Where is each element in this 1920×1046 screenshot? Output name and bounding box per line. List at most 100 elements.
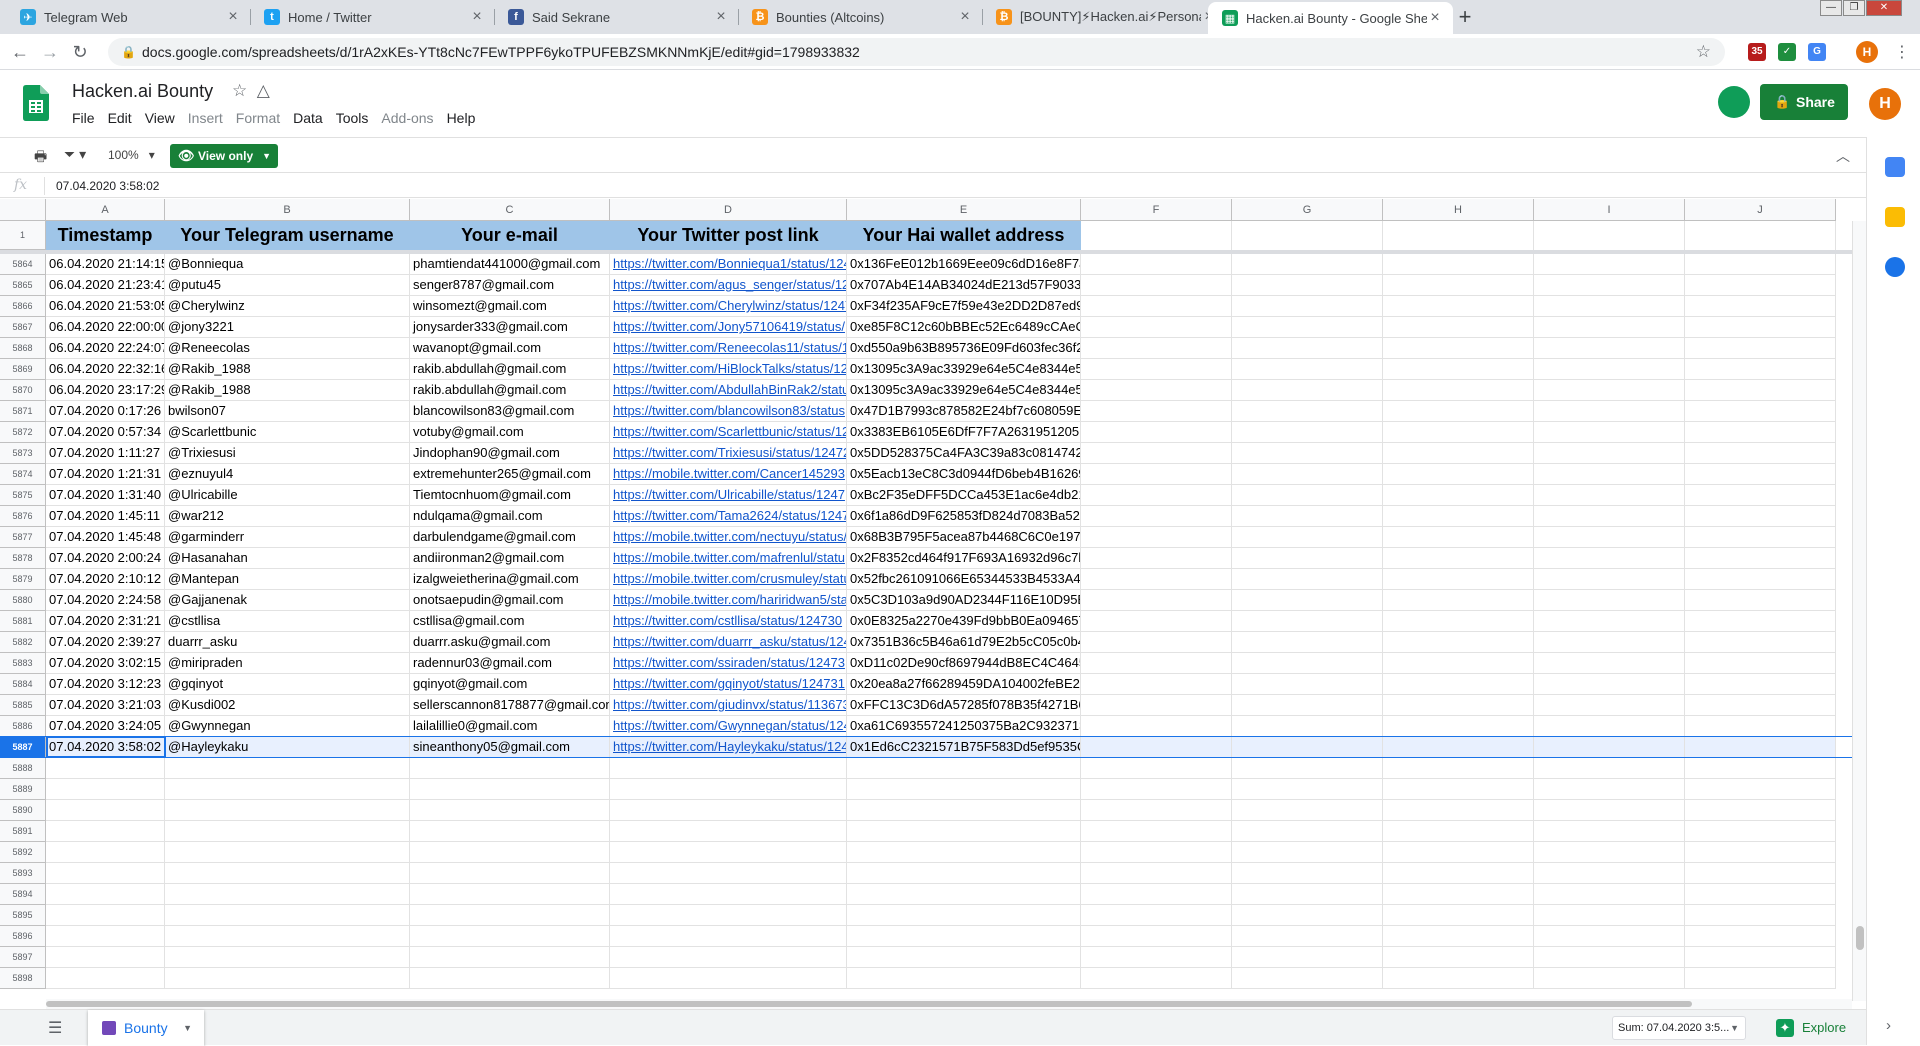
empty-cell[interactable] [1534,695,1685,716]
table-cell[interactable]: 0x13095c3A9ac33929e64e5C4e8344e5d44c71F4… [847,359,1081,380]
table-cell[interactable]: @Mantepan [165,569,410,590]
empty-cell[interactable] [46,905,165,926]
table-cell[interactable]: @eznuyul4 [165,464,410,485]
empty-cell[interactable] [165,779,410,800]
row-number[interactable]: 5890 [0,800,46,821]
empty-cell[interactable] [1232,527,1383,548]
empty-cell[interactable] [1232,968,1383,989]
empty-cell[interactable] [1081,779,1232,800]
empty-cell[interactable] [1081,611,1232,632]
empty-cell[interactable] [1232,821,1383,842]
table-cell[interactable]: 0x7351B36c5B46a61d79E2b5cC05c0b4B3c54b86… [847,632,1081,653]
empty-cell[interactable] [1534,926,1685,947]
empty-cell[interactable] [46,863,165,884]
empty-cell[interactable] [1685,968,1836,989]
menu-edit[interactable]: Edit [108,110,132,126]
empty-cell[interactable] [1383,926,1534,947]
google-sheets-logo-icon[interactable] [23,85,49,121]
row-number[interactable]: 5873 [0,443,46,464]
table-cell[interactable]: onotsaepudin@gmail.com [410,590,610,611]
row-number[interactable]: 5888 [0,758,46,779]
empty-cell[interactable] [1232,296,1383,317]
empty-cell[interactable] [610,779,847,800]
empty-cell[interactable] [1383,758,1534,779]
column-header[interactable]: D [610,199,847,221]
table-cell[interactable]: https://mobile.twitter.com/crusmuley/sta… [610,569,847,590]
row-number[interactable]: 5864 [0,254,46,275]
empty-cell[interactable] [410,905,610,926]
table-cell[interactable]: 0x13095c3A9ac33929e64e5C4e8344e5d44c71F4… [847,380,1081,401]
table-cell[interactable]: rakib.abdullah@gmail.com [410,359,610,380]
table-cell[interactable]: Timestamp [46,221,165,250]
empty-cell[interactable] [1232,506,1383,527]
empty-cell[interactable] [1534,464,1685,485]
table-cell[interactable]: radennur03@gmail.com [410,653,610,674]
empty-cell[interactable] [1534,527,1685,548]
table-cell[interactable]: https://twitter.com/Reneecolas11/status/… [610,338,847,359]
empty-cell[interactable] [1685,737,1836,758]
empty-cell[interactable] [610,800,847,821]
empty-cell[interactable] [1081,317,1232,338]
table-cell[interactable]: 07.04.2020 1:21:31 [46,464,165,485]
empty-cell[interactable] [1534,443,1685,464]
empty-cell[interactable] [1534,716,1685,737]
explore-button[interactable]: ✦ Explore [1772,1016,1856,1040]
close-tab-icon[interactable]: × [713,8,729,26]
empty-cell[interactable] [46,821,165,842]
row-number[interactable]: 5878 [0,548,46,569]
empty-cell[interactable] [1081,632,1232,653]
table-cell[interactable]: @Cherylwinz [165,296,410,317]
empty-cell[interactable] [1383,968,1534,989]
empty-cell[interactable] [410,863,610,884]
back-icon[interactable]: ← [10,42,30,62]
empty-cell[interactable] [1232,947,1383,968]
empty-cell[interactable] [1232,380,1383,401]
row-number[interactable]: 1 [0,221,46,250]
document-title[interactable]: Hacken.ai Bounty [72,81,213,102]
table-cell[interactable]: 07.04.2020 0:57:34 [46,422,165,443]
empty-cell[interactable] [1534,968,1685,989]
filter-icon[interactable]: ⏷ ▾ [64,146,86,163]
empty-cell[interactable] [46,800,165,821]
table-cell[interactable]: 0x5DD528375Ca4FA3C39a83c081474209E930495… [847,443,1081,464]
table-cell[interactable]: @war212 [165,506,410,527]
table-cell[interactable]: @miripraden [165,653,410,674]
table-cell[interactable]: @gqinyot [165,674,410,695]
empty-cell[interactable] [1685,674,1836,695]
table-cell[interactable]: 0x1Ed6cC2321571B75F583Dd5ef9535C1fA5dAfD… [847,737,1081,758]
empty-cell[interactable] [1383,674,1534,695]
empty-cell[interactable] [1232,317,1383,338]
empty-cell[interactable] [1685,338,1836,359]
empty-cell[interactable] [1534,758,1685,779]
empty-cell[interactable] [1534,569,1685,590]
address-bar[interactable]: 🔒 docs.google.com/spreadsheets/d/1rA2xKE… [108,38,1725,66]
empty-cell[interactable] [1081,569,1232,590]
forward-icon[interactable]: → [40,42,60,62]
empty-cell[interactable] [1534,401,1685,422]
table-cell[interactable]: blancowilson83@gmail.com [410,401,610,422]
formula-value[interactable]: 07.04.2020 3:58:02 [56,179,159,193]
empty-cell[interactable] [1081,401,1232,422]
empty-cell[interactable] [410,926,610,947]
account-avatar[interactable]: H [1869,88,1901,120]
table-cell[interactable]: Your Twitter post link [610,221,847,250]
empty-cell[interactable] [1081,506,1232,527]
browser-tab[interactable]: t Home / Twitter × [250,0,495,34]
empty-cell[interactable] [1383,422,1534,443]
empty-cell[interactable] [1534,905,1685,926]
empty-cell[interactable] [1685,884,1836,905]
empty-cell[interactable] [1685,926,1836,947]
empty-cell[interactable] [847,758,1081,779]
table-cell[interactable]: 0x68B3B795F5acea87b4468C6C0e197f7c26563A… [847,527,1081,548]
row-number[interactable]: 5884 [0,674,46,695]
empty-cell[interactable] [1685,527,1836,548]
empty-cell[interactable] [1534,221,1685,250]
table-cell[interactable]: 06.04.2020 22:00:00 [46,317,165,338]
table-cell[interactable]: https://mobile.twitter.com/Cancer145293 [610,464,847,485]
empty-cell[interactable] [410,968,610,989]
empty-cell[interactable] [1232,590,1383,611]
row-number[interactable]: 5874 [0,464,46,485]
empty-cell[interactable] [1534,422,1685,443]
empty-cell[interactable] [1081,338,1232,359]
table-cell[interactable]: lailalillie0@gmail.com [410,716,610,737]
